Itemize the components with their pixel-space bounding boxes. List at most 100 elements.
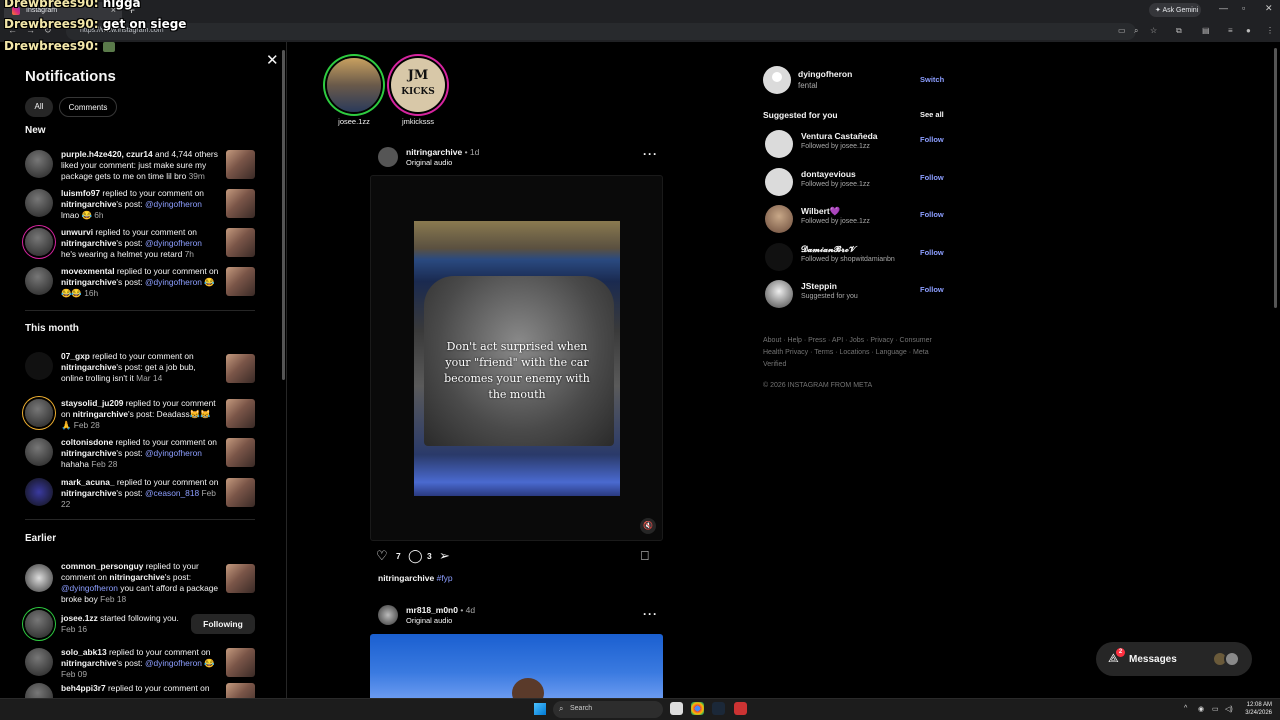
mute-icon[interactable]: 🔇 xyxy=(640,518,656,534)
my-avatar[interactable] xyxy=(763,66,791,94)
minimize-icon[interactable]: — xyxy=(1219,3,1228,13)
post-media[interactable]: Don't act surprised when your "friend" w… xyxy=(370,175,663,541)
bookmark-star-icon[interactable]: ☆ xyxy=(1150,26,1157,35)
zoom-icon[interactable]: ⌕ xyxy=(1134,26,1138,36)
avatar[interactable] xyxy=(25,228,53,256)
close-window-icon[interactable]: ✕ xyxy=(1265,3,1273,14)
story-avatar[interactable] xyxy=(327,58,381,112)
address-bar[interactable]: https://www.instagram.com xyxy=(66,23,1136,40)
close-icon[interactable]: ✕ xyxy=(266,51,279,69)
tray-chevron-icon[interactable]: ^ xyxy=(1184,705,1187,712)
taskbar-search[interactable]: ⌕ Search xyxy=(553,701,663,718)
network-icon[interactable]: ▭ xyxy=(1212,705,1219,713)
cast-icon[interactable]: ▭ xyxy=(1118,26,1126,35)
extensions-icon[interactable]: ⧉ xyxy=(1176,26,1182,36)
more-options-icon[interactable]: ··· xyxy=(643,147,658,161)
post-thumbnail[interactable] xyxy=(226,438,255,467)
avatar[interactable] xyxy=(765,205,793,233)
avatar[interactable] xyxy=(378,147,398,167)
suggestion-name[interactable]: 𝓓𝓪𝓶𝓲𝓪𝓷𝓑𝓻𝓸𝓥 xyxy=(801,244,856,255)
post-thumbnail[interactable] xyxy=(226,354,255,383)
volume-icon[interactable]: ◁) xyxy=(1225,705,1233,713)
avatar[interactable] xyxy=(25,352,53,380)
post-thumbnail[interactable] xyxy=(226,648,255,677)
suggestion-name[interactable]: Wilbert💜 xyxy=(801,206,840,217)
my-username[interactable]: dyingofheron xyxy=(798,69,852,79)
post-thumbnail[interactable] xyxy=(226,267,255,296)
notification-text: coltonisdone replied to your comment on … xyxy=(61,437,217,469)
post-audio[interactable]: Original audio xyxy=(406,158,452,167)
page-scrollbar[interactable] xyxy=(1274,48,1277,308)
suggestion-name[interactable]: Ventura Castañeda xyxy=(801,131,878,141)
avatar[interactable] xyxy=(25,610,53,638)
save-icon[interactable]: ⎕ xyxy=(641,548,649,564)
post-thumbnail[interactable] xyxy=(226,189,255,218)
windows-start-icon[interactable] xyxy=(534,703,546,715)
avatar[interactable] xyxy=(25,189,53,217)
scrollbar[interactable] xyxy=(282,50,285,380)
post-thumbnail[interactable] xyxy=(226,399,255,428)
more-options-icon[interactable]: ··· xyxy=(643,607,658,621)
avatar[interactable] xyxy=(765,243,793,271)
avatar[interactable] xyxy=(378,605,398,625)
suggestion-name[interactable]: JSteppin xyxy=(801,281,837,291)
footer-links[interactable]: About · Help · Press · API · Jobs · Priv… xyxy=(763,335,933,371)
video-frame[interactable]: Don't act surprised when your "friend" w… xyxy=(414,221,620,496)
overlay-chat-1: Drewbrees90: nigga xyxy=(4,0,141,10)
filter-all[interactable]: All xyxy=(25,97,53,117)
avatar[interactable] xyxy=(25,564,53,592)
post-thumbnail[interactable] xyxy=(226,228,255,257)
profile-avatar-icon[interactable]: ● xyxy=(1246,26,1251,35)
hashtag-link[interactable]: #fyp xyxy=(437,573,453,583)
follow-button[interactable]: Follow xyxy=(920,173,944,182)
post-thumbnail[interactable] xyxy=(226,564,255,593)
avatar[interactable] xyxy=(25,438,53,466)
filter-comments[interactable]: Comments xyxy=(59,97,117,117)
follow-button[interactable]: Follow xyxy=(920,285,944,294)
avatar[interactable] xyxy=(25,399,53,427)
app-icon[interactable] xyxy=(734,702,747,715)
avatar[interactable] xyxy=(25,150,53,178)
comment-icon[interactable]: ◯ xyxy=(408,548,423,564)
post-username[interactable]: mr818_m0n0 • 4d xyxy=(406,605,475,615)
system-clock[interactable]: 12:08 AM 3/24/2026 xyxy=(1240,701,1272,717)
suggestion-name[interactable]: dontayevious xyxy=(801,169,856,179)
avatar[interactable] xyxy=(765,130,793,158)
taskbar: ⌕ Search ^ ◉ ▭ ◁) 12:08 AM 3/24/2026 xyxy=(0,698,1280,720)
post-thumbnail[interactable] xyxy=(226,150,255,179)
share-icon[interactable]: ➢ xyxy=(439,548,450,564)
post-audio[interactable]: Original audio xyxy=(406,616,452,625)
post-thumbnail[interactable] xyxy=(226,683,255,698)
follow-button[interactable]: Follow xyxy=(920,210,944,219)
avatar[interactable] xyxy=(25,267,53,295)
story-item[interactable]: JM KICKS jmkicksss xyxy=(391,58,445,126)
post-username[interactable]: nitringarchive • 1d xyxy=(406,147,479,157)
post-media[interactable] xyxy=(370,634,663,698)
story-avatar[interactable]: JM KICKS xyxy=(391,58,445,112)
post-thumbnail[interactable] xyxy=(226,478,255,507)
avatar[interactable] xyxy=(25,648,53,676)
menu-list-icon[interactable]: ≡ xyxy=(1228,26,1233,35)
suggested-title: Suggested for you xyxy=(763,110,838,120)
sidebar-icon[interactable]: ▤ xyxy=(1202,26,1210,35)
avatar[interactable] xyxy=(25,478,53,506)
chrome-icon[interactable] xyxy=(691,702,704,715)
avatar[interactable] xyxy=(25,683,53,698)
story-item[interactable]: josee.1zz xyxy=(327,58,381,126)
avatar[interactable] xyxy=(765,168,793,196)
avatar[interactable] xyxy=(765,280,793,308)
follow-button[interactable]: Follow xyxy=(920,135,944,144)
switch-button[interactable]: Switch xyxy=(920,75,944,84)
maximize-icon[interactable]: ▫ xyxy=(1242,3,1245,13)
follow-button[interactable]: Follow xyxy=(920,248,944,257)
task-view-icon[interactable] xyxy=(670,702,683,715)
suggestion-sub: Suggested for you xyxy=(801,293,858,300)
following-button[interactable]: Following xyxy=(191,614,255,634)
steam-icon[interactable] xyxy=(712,702,725,715)
like-icon[interactable]: ♡ xyxy=(376,548,388,564)
messages-button[interactable]: ⟁ 2 Messages xyxy=(1096,642,1252,676)
mic-icon[interactable]: ◉ xyxy=(1198,705,1204,713)
ask-gemini-button[interactable]: ✦ Ask Gemini xyxy=(1149,3,1201,17)
more-menu-icon[interactable]: ⋮ xyxy=(1266,26,1274,35)
see-all-link[interactable]: See all xyxy=(920,110,944,119)
